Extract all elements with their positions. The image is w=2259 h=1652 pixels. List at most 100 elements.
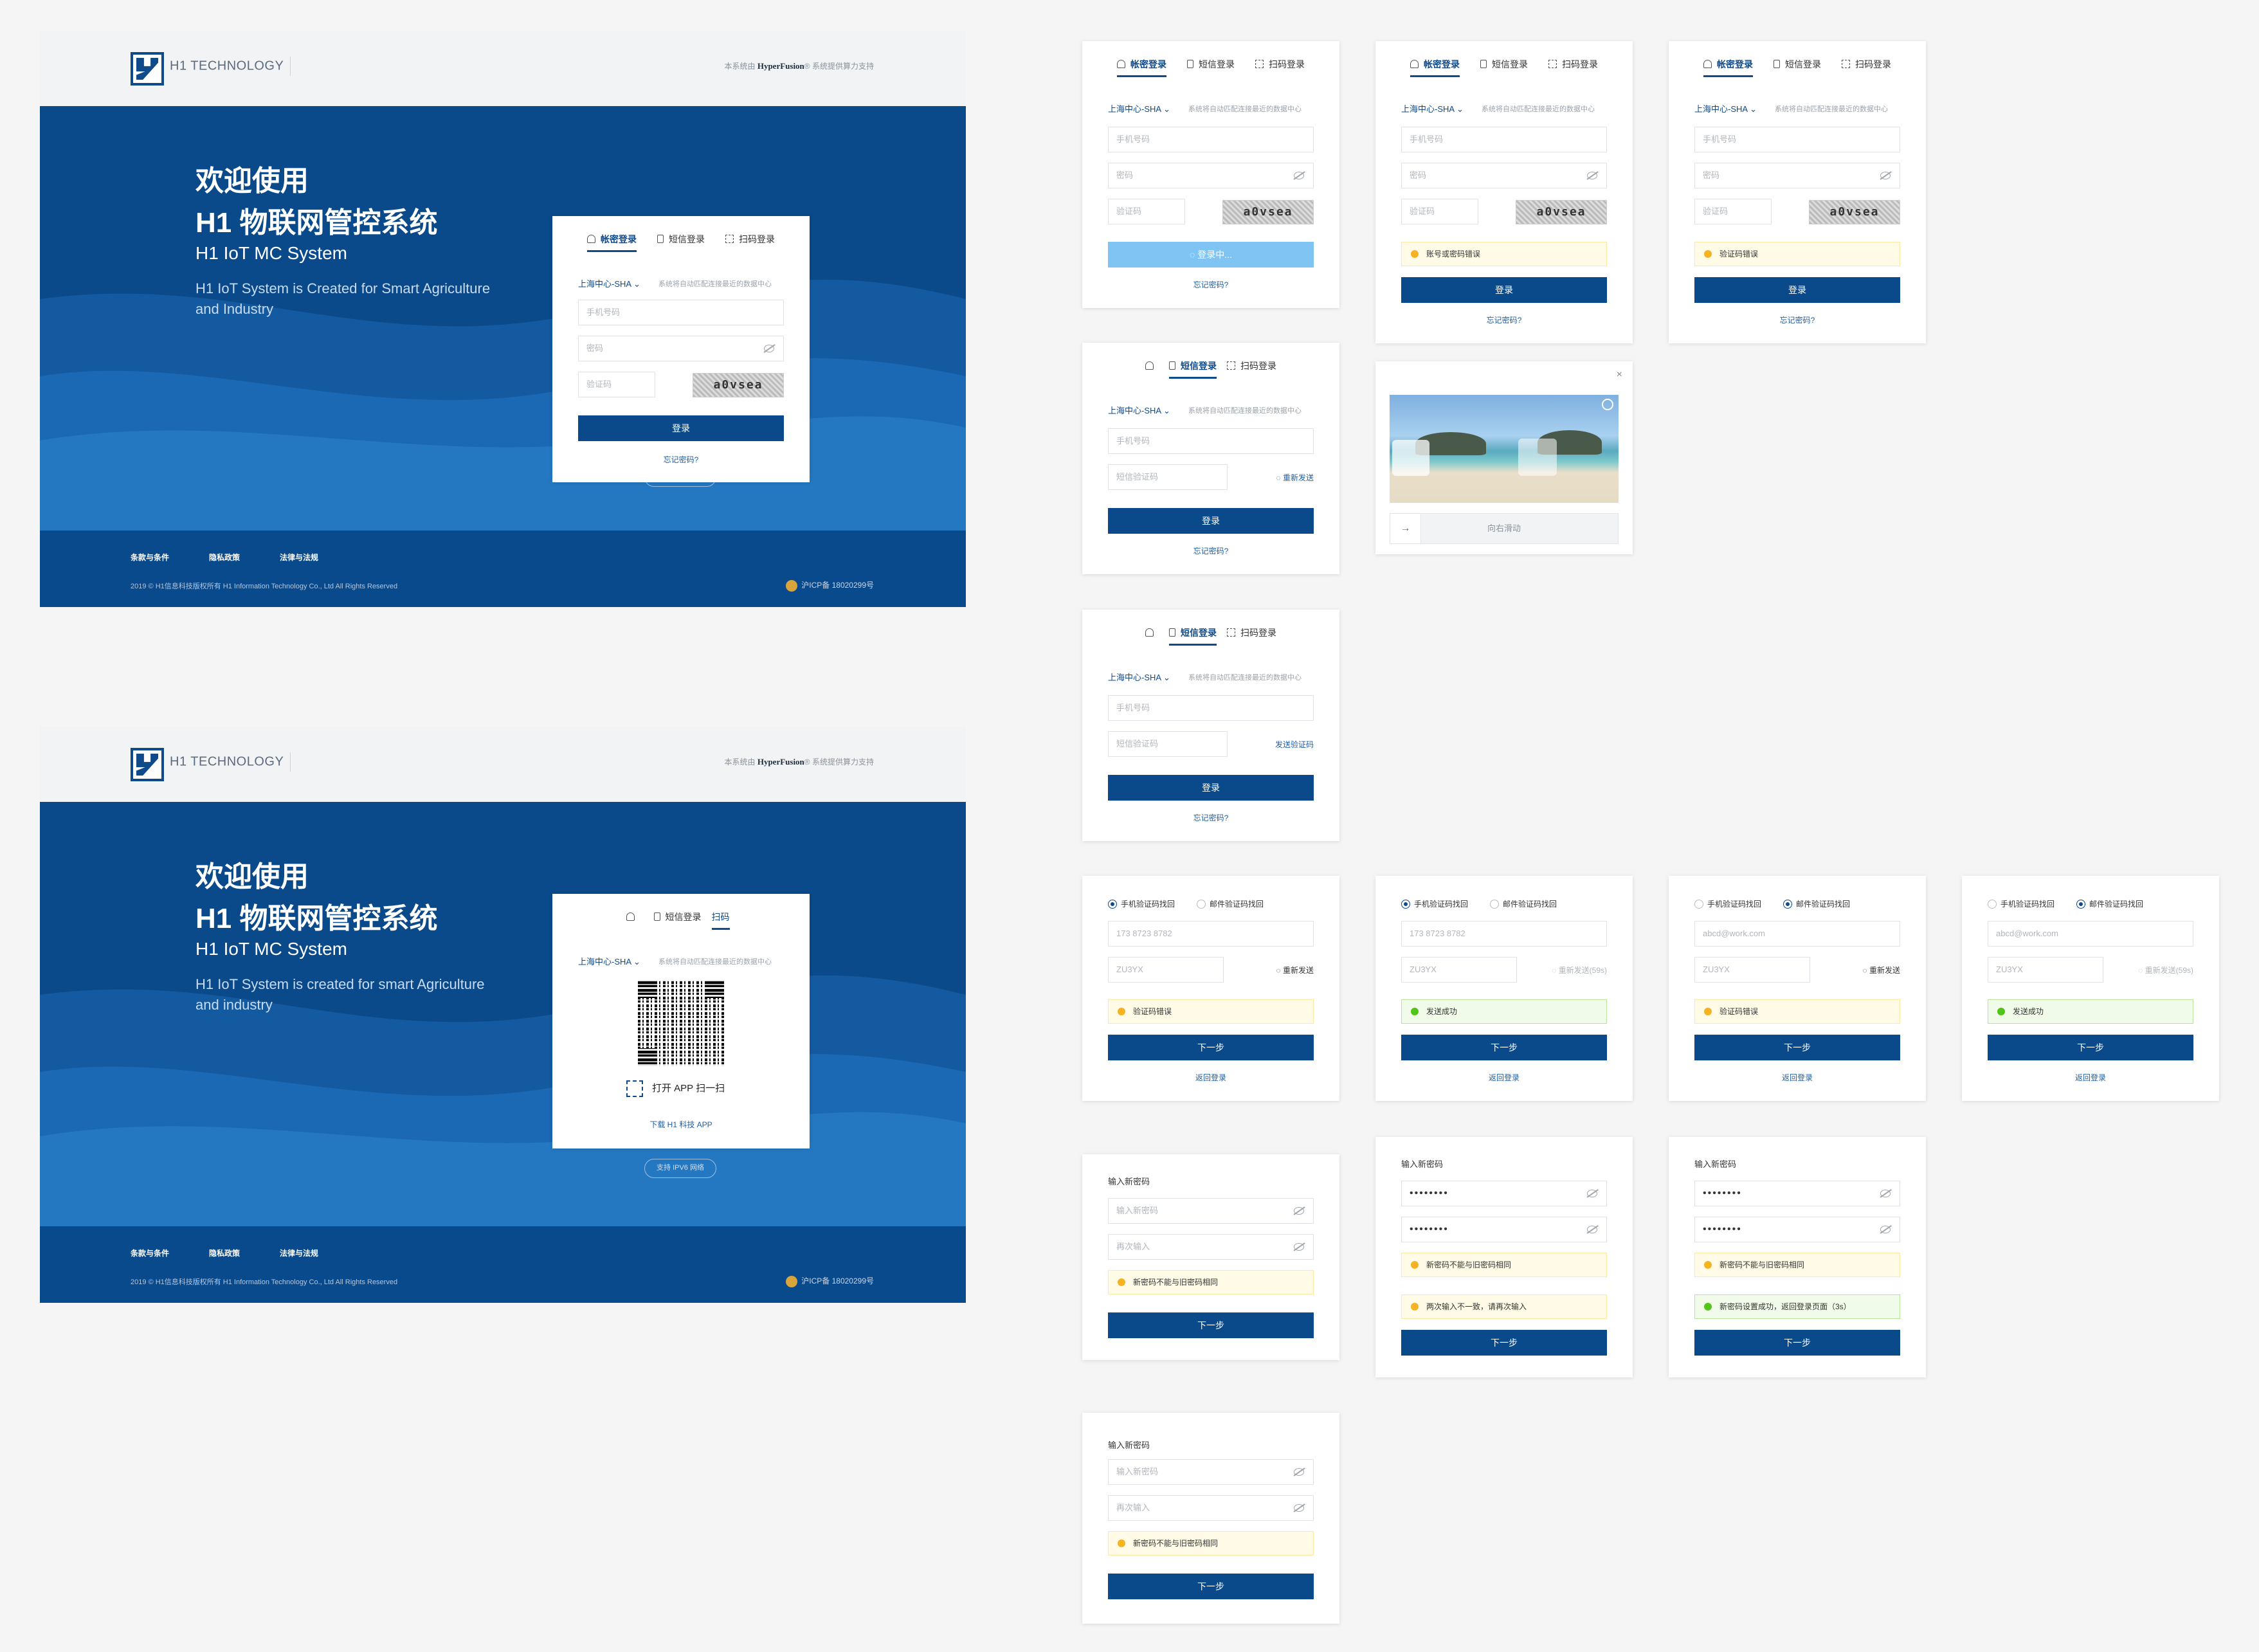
next-button[interactable]: 下一步 — [1108, 1312, 1314, 1338]
tab-password-login[interactable]: 帐密登录 — [1703, 58, 1753, 77]
tab-sms-login[interactable]: 短信登录 — [1169, 359, 1217, 379]
eye-off-icon[interactable] — [1294, 1243, 1304, 1251]
tab-qr-login[interactable]: 扫码登录 — [1227, 359, 1276, 379]
tab-password-login[interactable] — [1145, 628, 1159, 644]
password-input[interactable]: 密码 — [1108, 163, 1314, 188]
captcha-input[interactable]: 验证码 — [578, 372, 655, 397]
tab-password-login[interactable]: 帐密登录 — [1410, 58, 1460, 77]
region-select[interactable]: 上海中心-SHA ⌄ — [578, 955, 640, 967]
eye-off-icon[interactable] — [1294, 1504, 1304, 1512]
tab-sms-login[interactable]: 短信登录 — [1774, 58, 1821, 77]
new-password-input[interactable]: •••••••• — [1694, 1181, 1900, 1206]
phone-input[interactable]: 手机号码 — [1401, 127, 1607, 152]
back-to-login-link[interactable]: 返回登录 — [1375, 1072, 1633, 1083]
tab-sms-login[interactable]: 短信登录 — [657, 233, 705, 252]
tab-sms-login[interactable]: 短信登录 — [653, 911, 702, 930]
recover-by-phone-radio[interactable]: 手机验证码找回 — [1988, 898, 2055, 909]
phone-input[interactable]: 手机号码 — [1108, 127, 1314, 152]
confirm-password-input[interactable]: •••••••• — [1401, 1217, 1607, 1242]
h1-logo-icon[interactable] — [131, 52, 164, 86]
phone-input[interactable]: 173 8723 8782 — [1108, 921, 1314, 947]
code-input[interactable]: ZU3YX — [1988, 957, 2103, 983]
eye-off-icon[interactable] — [1880, 1226, 1891, 1233]
next-button[interactable]: 下一步 — [1694, 1330, 1900, 1356]
confirm-password-input[interactable]: 再次输入 — [1108, 1495, 1314, 1521]
phone-input[interactable]: 手机号码 — [1108, 695, 1314, 721]
eye-off-icon[interactable] — [1880, 1190, 1891, 1197]
region-select[interactable]: 上海中心-SHA ⌄ — [1108, 671, 1170, 683]
recover-by-phone-radio[interactable]: 手机验证码找回 — [1108, 898, 1175, 909]
forgot-password-link[interactable]: 忘记密码? — [1082, 545, 1339, 556]
eye-off-icon[interactable] — [1294, 1468, 1304, 1476]
next-button[interactable]: 下一步 — [1988, 1035, 2193, 1060]
forgot-password-link[interactable]: 忘记密码? — [1375, 314, 1633, 325]
eye-off-icon[interactable] — [1880, 172, 1891, 179]
region-select[interactable]: 上海中心-SHA ⌄ — [1401, 102, 1464, 114]
tab-qr-login[interactable]: 扫码登录 — [1842, 58, 1891, 77]
privacy-link[interactable]: 隐私政策 — [209, 553, 240, 562]
code-input[interactable]: ZU3YX — [1401, 957, 1517, 983]
resend-sms-link[interactable]: ◌ 重新发送 — [1276, 472, 1314, 483]
code-input[interactable]: ZU3YX — [1108, 957, 1224, 983]
back-to-login-link[interactable]: 返回登录 — [1962, 1072, 2219, 1083]
eye-off-icon[interactable] — [1294, 1207, 1304, 1215]
resend-link[interactable]: ◌ 重新发送 — [1863, 965, 1900, 976]
next-button[interactable]: 下一步 — [1108, 1574, 1314, 1599]
region-select[interactable]: 上海中心-SHA ⌄ — [1108, 102, 1170, 114]
close-icon[interactable]: × — [1617, 369, 1622, 381]
icp-record[interactable]: 沪ICP备 18020299号 — [786, 579, 874, 592]
eye-off-icon[interactable] — [1587, 1190, 1597, 1197]
send-code-link[interactable]: 发送验证码 — [1275, 739, 1314, 750]
login-button-loading[interactable]: ◌ 登录中... — [1108, 242, 1314, 268]
password-input[interactable]: 密码 — [1401, 163, 1607, 188]
email-input[interactable]: abcd@work.com — [1988, 921, 2193, 947]
eye-off-icon[interactable] — [1587, 172, 1597, 179]
next-button[interactable]: 下一步 — [1694, 1035, 1900, 1060]
tab-qr-login[interactable]: 扫码登录 — [1227, 626, 1276, 646]
new-password-input[interactable]: 输入新密码 — [1108, 1459, 1314, 1485]
confirm-password-input[interactable]: 再次输入 — [1108, 1234, 1314, 1260]
captcha-image[interactable]: a0vsea — [1809, 200, 1900, 224]
code-input[interactable]: ZU3YX — [1694, 957, 1810, 983]
login-button[interactable]: 登录 — [1694, 277, 1900, 303]
captcha-image[interactable]: a0vsea — [1516, 200, 1607, 224]
sms-code-input[interactable]: 短信验证码 — [1108, 731, 1228, 757]
login-button[interactable]: 登录 — [1108, 775, 1314, 801]
next-button[interactable]: 下一步 — [1108, 1035, 1314, 1060]
tab-qr-login[interactable]: 扫码登录 — [725, 233, 775, 252]
slider-track[interactable]: → 向右滑动 — [1390, 513, 1619, 544]
forgot-password-link[interactable]: 忘记密码? — [1082, 279, 1339, 290]
refresh-icon[interactable] — [1602, 399, 1613, 410]
captcha-input[interactable]: 验证码 — [1401, 199, 1478, 224]
download-app-link[interactable]: 下载 H1 科技 APP — [552, 1119, 810, 1130]
recover-by-email-radio[interactable]: 邮件验证码找回 — [1783, 898, 1850, 909]
eye-off-icon[interactable] — [1587, 1226, 1597, 1233]
confirm-password-input[interactable]: •••••••• — [1694, 1217, 1900, 1242]
region-select[interactable]: 上海中心-SHA ⌄ — [578, 277, 640, 289]
legal-link[interactable]: 法律与法规 — [280, 553, 318, 562]
tab-sms-login[interactable]: 短信登录 — [1169, 626, 1217, 646]
password-input[interactable]: 密码 — [1694, 163, 1900, 188]
phone-input[interactable]: 手机号码 — [578, 300, 784, 325]
forgot-password-link[interactable]: 忘记密码? — [1082, 812, 1339, 823]
captcha-image[interactable]: a0vsea — [1222, 200, 1314, 224]
login-button[interactable]: 登录 — [1401, 277, 1607, 303]
phone-input[interactable]: 手机号码 — [1694, 127, 1900, 152]
resend-link[interactable]: ◌ 重新发送 — [1276, 965, 1314, 976]
login-button[interactable]: 登录 — [578, 415, 784, 441]
tab-password-login[interactable] — [1145, 361, 1159, 377]
terms-link[interactable]: 条款与条件 — [131, 553, 169, 562]
email-input[interactable]: abcd@work.com — [1694, 921, 1900, 947]
next-button[interactable]: 下一步 — [1401, 1035, 1607, 1060]
recover-by-email-radio[interactable]: 邮件验证码找回 — [1197, 898, 1264, 909]
captcha-input[interactable]: 验证码 — [1108, 199, 1185, 224]
phone-input[interactable]: 手机号码 — [1108, 428, 1314, 454]
forgot-password-link[interactable]: 忘记密码? — [552, 454, 810, 465]
back-to-login-link[interactable]: 返回登录 — [1082, 1072, 1339, 1083]
tab-qr-login[interactable]: 扫码登录 — [1548, 58, 1598, 77]
tab-qr-login[interactable]: 扫码 — [711, 911, 730, 930]
captcha-input[interactable]: 验证码 — [1694, 199, 1772, 224]
recover-by-phone-radio[interactable]: 手机验证码找回 — [1694, 898, 1761, 909]
tab-password-login[interactable] — [626, 912, 640, 929]
icp-record[interactable]: 沪ICP备 18020299号 — [786, 1275, 874, 1287]
